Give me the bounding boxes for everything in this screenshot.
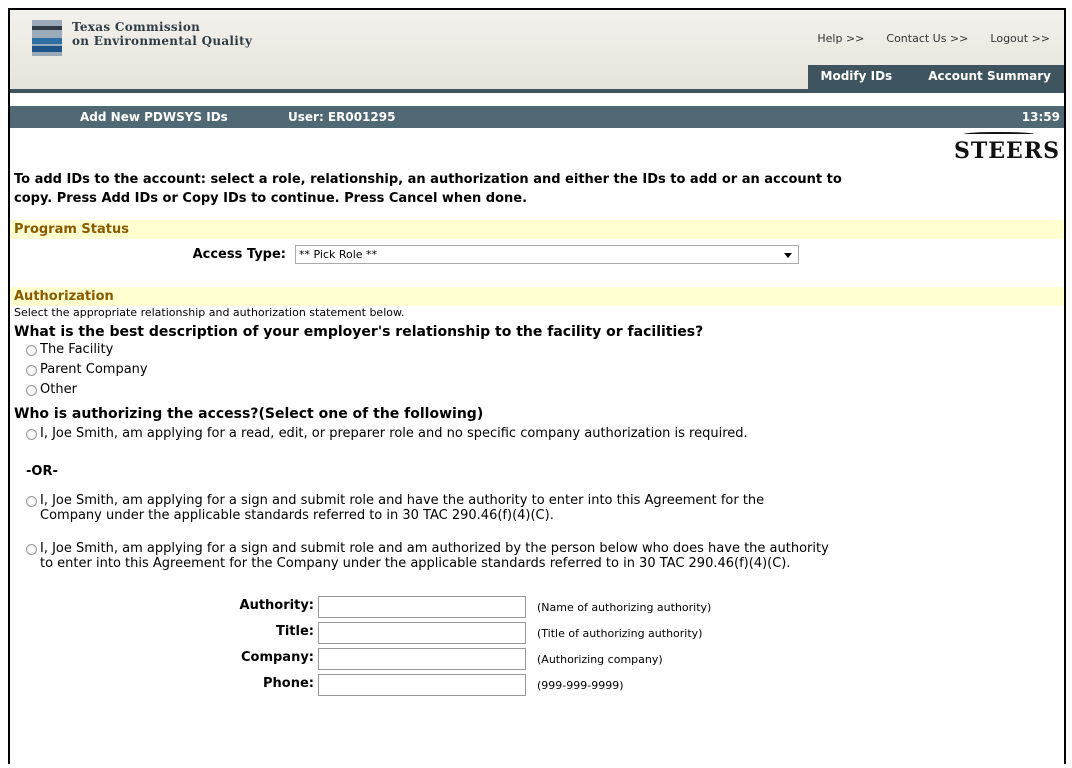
steers-logo: STEERS <box>954 132 1060 164</box>
option-label: I, Joe Smith, am applying for a sign and… <box>40 493 765 523</box>
authorization-heading: Authorization <box>10 287 1064 306</box>
access-type-select[interactable]: ** Pick Role ** <box>295 245 799 264</box>
title-label: Title: <box>275 624 314 639</box>
authority-label: Authority: <box>239 598 314 613</box>
nav-tabs: Modify IDs Account Summary <box>807 65 1064 89</box>
phone-label: Phone: <box>263 676 314 691</box>
access-type-label: Access Type: <box>192 247 286 262</box>
radio-button[interactable] <box>26 496 37 507</box>
or-separator: -OR- <box>26 464 58 479</box>
company-input[interactable] <box>318 648 526 670</box>
page-title: Add New PDWSYS IDs <box>80 110 228 124</box>
relationship-option-other[interactable]: Other <box>26 382 77 397</box>
authority-row: Authority: (Name of authorizing authorit… <box>10 596 770 620</box>
authorization-option-2[interactable]: I, Joe Smith, am applying for a sign and… <box>26 493 796 523</box>
site-header: Texas Commission on Environmental Qualit… <box>10 10 1064 93</box>
authority-input[interactable] <box>318 596 526 618</box>
relationship-option-parent[interactable]: Parent Company <box>26 362 148 377</box>
longhorn-icon <box>964 132 1035 136</box>
help-link[interactable]: Help >> <box>817 32 864 45</box>
title-row: Title: (Title of authorizing authority) <box>10 622 770 646</box>
option-label: Parent Company <box>40 362 148 377</box>
tceq-logo[interactable]: Texas Commission on Environmental Qualit… <box>32 20 252 56</box>
tab-account-summary[interactable]: Account Summary <box>915 65 1064 89</box>
program-status-heading: Program Status <box>10 220 1064 239</box>
phone-input[interactable] <box>318 674 526 696</box>
company-label: Company: <box>240 650 314 665</box>
logo-line-1: Texas Commission <box>72 20 201 34</box>
tab-modify-ids[interactable]: Modify IDs <box>808 65 906 89</box>
option-label: The Facility <box>40 342 114 357</box>
top-links: Help >> Contact Us >> Logout >> <box>817 32 1050 45</box>
authorization-option-1[interactable]: I, Joe Smith, am applying for a read, ed… <box>26 426 796 441</box>
authorization-option-3[interactable]: I, Joe Smith, am applying for a sign and… <box>26 541 836 571</box>
clock-time: 13:59 <box>1021 110 1060 124</box>
page-title-bar: Add New PDWSYS IDs User: ER001295 13:59 <box>10 106 1064 128</box>
who-authorizing-question: Who is authorizing the access?(Select on… <box>14 406 484 422</box>
logo-text: Texas Commission on Environmental Qualit… <box>72 20 252 48</box>
authorization-instructions: Select the appropriate relationship and … <box>14 306 405 319</box>
title-hint: (Title of authorizing authority) <box>537 627 703 640</box>
access-type-value: ** Pick Role ** <box>299 248 378 261</box>
title-input[interactable] <box>318 622 526 644</box>
authority-hint: (Name of authorizing authority) <box>537 601 712 614</box>
steers-text: STEERS <box>954 138 1060 164</box>
radio-button[interactable] <box>26 385 37 396</box>
phone-row: Phone: (999-999-9999) <box>10 674 770 698</box>
radio-button[interactable] <box>26 345 37 356</box>
company-row: Company: (Authorizing company) <box>10 648 770 672</box>
phone-hint: (999-999-9999) <box>537 679 624 692</box>
access-type-row: Access Type: ** Pick Role ** <box>10 244 1064 266</box>
relationship-option-facility[interactable]: The Facility <box>26 342 113 357</box>
option-label: I, Joe Smith, am applying for a sign and… <box>40 541 829 571</box>
chevron-down-icon <box>784 253 792 258</box>
logout-link[interactable]: Logout >> <box>990 32 1050 45</box>
logo-line-2: on Environmental Quality <box>72 34 253 48</box>
relationship-question: What is the best description of your emp… <box>14 324 704 340</box>
radio-button[interactable] <box>26 544 37 555</box>
radio-button[interactable] <box>26 429 37 440</box>
radio-button[interactable] <box>26 365 37 376</box>
company-hint: (Authorizing company) <box>537 653 663 666</box>
user-id: User: ER001295 <box>288 110 396 124</box>
intro-instructions: To add IDs to the account: select a role… <box>14 172 842 206</box>
option-label: Other <box>40 382 77 397</box>
option-label: I, Joe Smith, am applying for a read, ed… <box>40 426 748 441</box>
browser-frame: Texas Commission on Environmental Qualit… <box>8 8 1066 764</box>
contact-us-link[interactable]: Contact Us >> <box>886 32 968 45</box>
tceq-logo-icon <box>32 20 62 56</box>
